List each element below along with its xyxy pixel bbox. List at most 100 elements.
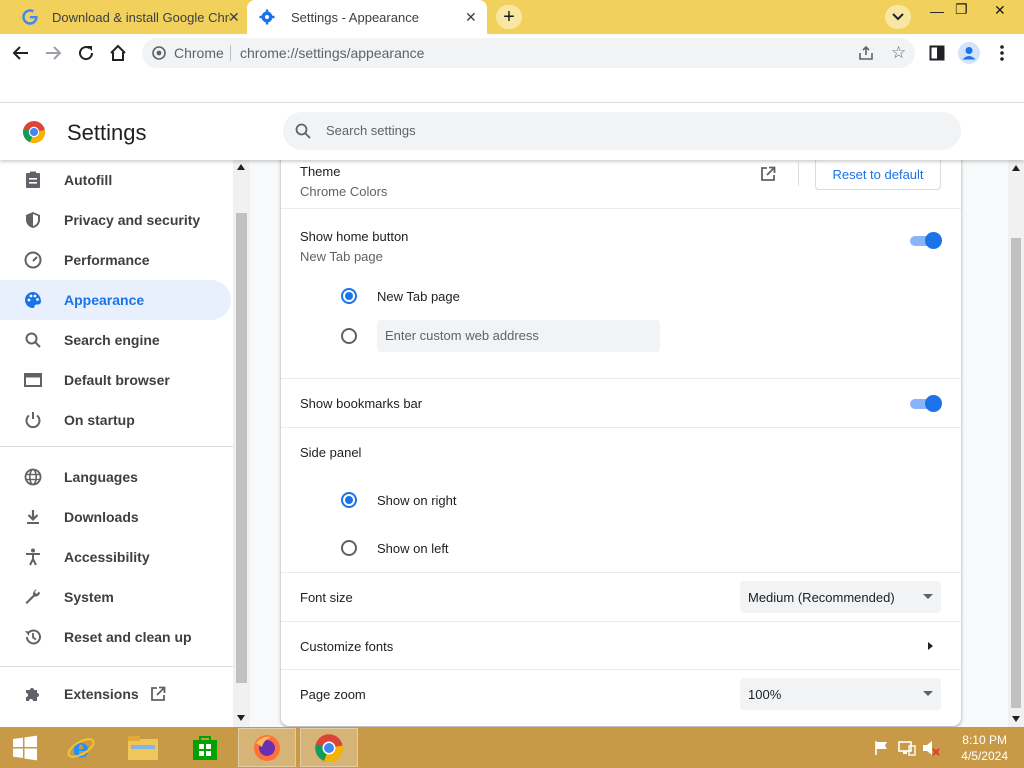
sidebar-item-reset[interactable]: Reset and clean up bbox=[0, 617, 231, 657]
close-tab-icon[interactable]: ✕ bbox=[465, 9, 477, 26]
more-menu-icon[interactable] bbox=[991, 42, 1013, 64]
sidebar-item-label: Search engine bbox=[64, 332, 160, 348]
sidebar-scrollbar[interactable] bbox=[233, 160, 250, 727]
sidebar-item-default-browser[interactable]: Default browser bbox=[0, 360, 231, 400]
font-size-select[interactable]: Medium (Recommended) bbox=[740, 581, 941, 613]
accessibility-icon bbox=[22, 546, 44, 568]
settings-main: Theme Chrome Colors Reset to default Sho… bbox=[250, 160, 1008, 727]
bookmarks-bar-label: Show bookmarks bar bbox=[300, 396, 423, 411]
tab-download-chrome[interactable]: Download & install Google Chrome ✕ bbox=[8, 0, 246, 34]
taskbar-file-explorer[interactable] bbox=[114, 728, 172, 767]
sidebar-item-appearance[interactable]: Appearance bbox=[0, 280, 231, 320]
tab-title: Download & install Google Chrome bbox=[52, 9, 230, 25]
svg-text:e: e bbox=[73, 734, 90, 763]
sidebar-item-extensions[interactable]: Extensions bbox=[0, 674, 231, 714]
radio-show-on-right[interactable] bbox=[341, 492, 357, 508]
chevron-right-icon[interactable] bbox=[928, 642, 933, 650]
sidebar-item-system[interactable]: System bbox=[0, 577, 231, 617]
radio-label-show-on-left: Show on left bbox=[377, 541, 449, 556]
page-zoom-select[interactable]: 100% bbox=[740, 678, 941, 710]
sidebar-item-on-startup[interactable]: On startup bbox=[0, 400, 231, 440]
back-icon[interactable] bbox=[10, 42, 32, 64]
radio-label-new-tab-page: New Tab page bbox=[377, 289, 460, 304]
power-icon bbox=[22, 409, 44, 431]
network-icon[interactable] bbox=[898, 740, 916, 761]
star-icon[interactable]: ☆ bbox=[891, 43, 906, 63]
url-text[interactable]: chrome://settings/appearance bbox=[240, 45, 424, 61]
dropdown-arrow-icon bbox=[923, 594, 933, 599]
taskbar-store[interactable] bbox=[176, 728, 234, 767]
forward-icon[interactable] bbox=[42, 42, 64, 64]
browser-toolbar: Chrome chrome://settings/appearance ☆ bbox=[0, 34, 1024, 72]
shield-icon bbox=[22, 209, 44, 231]
address-bar[interactable]: Chrome chrome://settings/appearance ☆ bbox=[142, 38, 915, 68]
taskbar-clock[interactable]: 8:10 PM 4/5/2024 bbox=[961, 732, 1008, 764]
sidebar-item-label: Downloads bbox=[64, 509, 139, 525]
google-g-icon bbox=[22, 9, 38, 25]
radio-show-on-left[interactable] bbox=[341, 540, 357, 556]
close-tab-icon[interactable]: ✕ bbox=[228, 9, 240, 26]
page-zoom-value: 100% bbox=[748, 687, 782, 702]
sidebar-scroll-thumb[interactable] bbox=[236, 213, 247, 683]
scroll-down-arrow[interactable] bbox=[237, 715, 245, 721]
font-size-label: Font size bbox=[300, 590, 353, 605]
sidebar-item-accessibility[interactable]: Accessibility bbox=[0, 537, 231, 577]
scroll-up-arrow[interactable] bbox=[237, 164, 245, 170]
share-icon[interactable] bbox=[858, 45, 874, 66]
radio-new-tab-page[interactable] bbox=[341, 288, 357, 304]
sidebar-item-privacy[interactable]: Privacy and security bbox=[0, 200, 231, 240]
side-panel-label: Side panel bbox=[300, 445, 362, 460]
scroll-up-arrow[interactable] bbox=[1012, 165, 1020, 171]
settings-sidebar: Autofill Privacy and security Performanc… bbox=[0, 160, 233, 727]
row-divider bbox=[281, 621, 961, 622]
taskbar-chrome[interactable] bbox=[300, 728, 358, 767]
search-settings-input[interactable]: Search settings bbox=[283, 112, 961, 150]
wrench-icon bbox=[22, 586, 44, 608]
sidebar-item-label: Extensions bbox=[64, 686, 139, 702]
sidebar-item-label: Default browser bbox=[64, 372, 170, 388]
sidebar-item-performance[interactable]: Performance bbox=[0, 240, 231, 280]
profile-avatar[interactable] bbox=[958, 42, 980, 64]
sidebar-item-autofill[interactable]: Autofill bbox=[0, 160, 231, 200]
tab-search-button[interactable] bbox=[885, 5, 911, 29]
tab-settings-appearance[interactable]: Settings - Appearance ✕ bbox=[247, 0, 487, 34]
open-external-icon[interactable] bbox=[760, 166, 776, 187]
autofill-icon bbox=[22, 169, 44, 191]
radio-label-show-on-right: Show on right bbox=[377, 493, 457, 508]
tab-title: Settings - Appearance bbox=[291, 9, 419, 25]
action-center-flag-icon[interactable] bbox=[874, 740, 890, 761]
side-panel-icon[interactable] bbox=[926, 42, 948, 64]
custom-web-address-input[interactable]: Enter custom web address bbox=[377, 320, 660, 352]
restore-icon[interactable]: ❐ bbox=[955, 1, 968, 18]
tab-strip: Download & install Google Chrome ✕ Setti… bbox=[0, 0, 1024, 34]
sidebar-divider bbox=[0, 446, 233, 447]
bookmarks-bar-toggle[interactable] bbox=[908, 395, 942, 412]
sidebar-item-downloads[interactable]: Downloads bbox=[0, 497, 231, 537]
page-zoom-label: Page zoom bbox=[300, 687, 366, 702]
customize-fonts-label[interactable]: Customize fonts bbox=[300, 639, 393, 654]
start-button[interactable] bbox=[0, 728, 50, 767]
home-icon[interactable] bbox=[107, 42, 129, 64]
sidebar-item-label: Reset and clean up bbox=[64, 629, 192, 645]
main-scroll-thumb[interactable] bbox=[1011, 238, 1021, 708]
reload-icon[interactable] bbox=[75, 42, 97, 64]
home-button-toggle[interactable] bbox=[908, 232, 942, 249]
scroll-down-arrow[interactable] bbox=[1012, 716, 1020, 722]
minimize-icon[interactable]: — bbox=[930, 3, 944, 19]
windows-logo-icon bbox=[13, 735, 37, 760]
globe-icon bbox=[22, 466, 44, 488]
new-tab-button[interactable]: + bbox=[496, 5, 522, 29]
taskbar-firefox[interactable] bbox=[238, 728, 296, 767]
sidebar-item-languages[interactable]: Languages bbox=[0, 457, 231, 497]
volume-muted-icon[interactable] bbox=[922, 740, 940, 761]
radio-custom-address[interactable] bbox=[341, 328, 357, 344]
folder-icon bbox=[128, 735, 158, 760]
sidebar-item-label: Performance bbox=[64, 252, 150, 268]
sidebar-item-search-engine[interactable]: Search engine bbox=[0, 320, 231, 360]
taskbar-ie[interactable]: e bbox=[52, 728, 110, 767]
font-size-value: Medium (Recommended) bbox=[748, 590, 895, 605]
toggle-knob bbox=[925, 232, 942, 249]
close-window-icon[interactable]: ✕ bbox=[994, 2, 1006, 19]
main-scrollbar[interactable] bbox=[1008, 160, 1024, 727]
reset-to-default-button[interactable]: Reset to default bbox=[815, 160, 941, 190]
